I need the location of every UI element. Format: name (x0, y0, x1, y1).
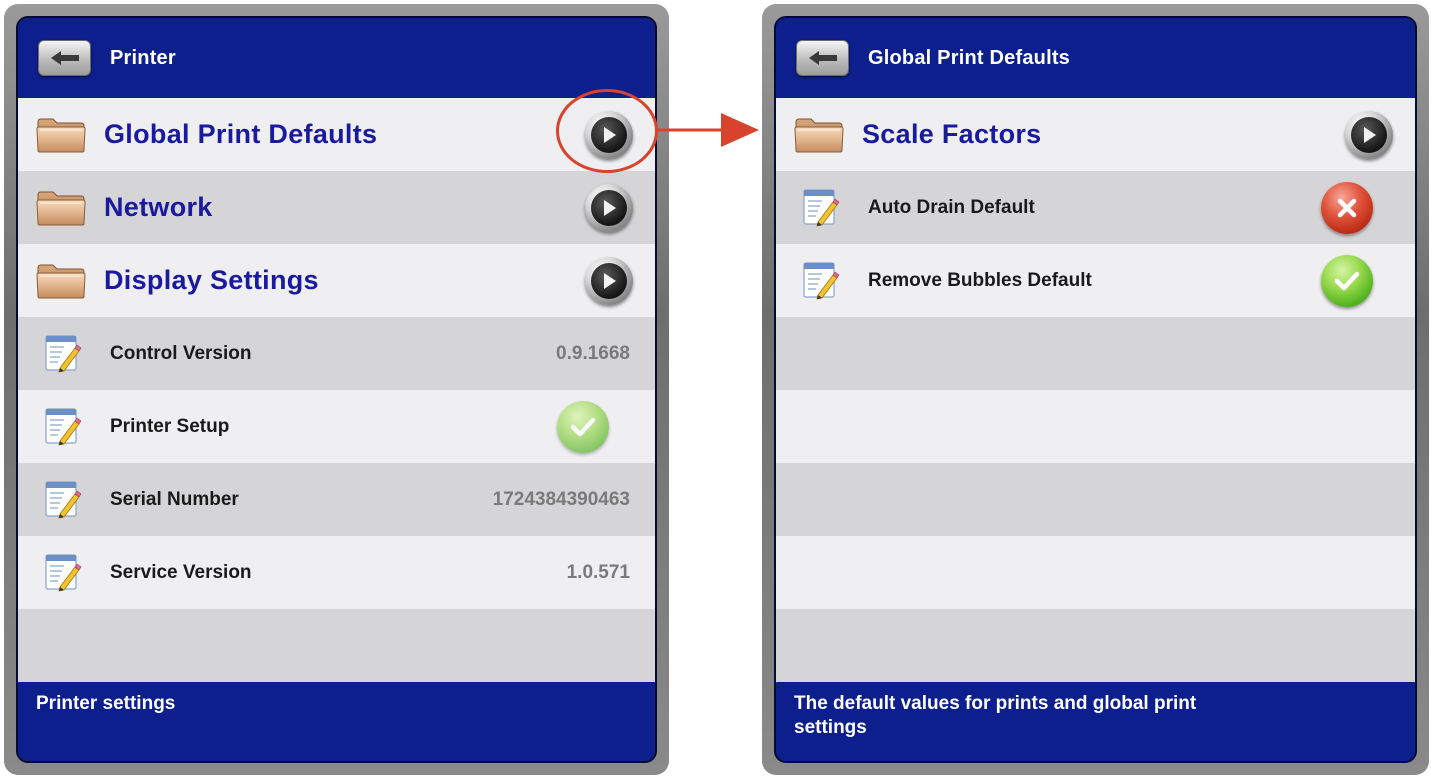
open-display-settings-button[interactable] (585, 256, 633, 305)
transition-arrow-icon (655, 113, 759, 147)
page-title: Global Print Defaults (868, 46, 1071, 69)
empty-row (776, 463, 1415, 536)
printer-screen: Printer Global Print Defaults Network Di… (16, 16, 657, 763)
empty-row (776, 536, 1415, 609)
item-row-auto-drain-default[interactable]: Auto Drain Default (776, 171, 1415, 244)
item-label: Control Version (110, 342, 252, 364)
footer-text: Printer settings (36, 693, 176, 714)
empty-row (18, 609, 655, 682)
item-value: 0.9.1668 (556, 342, 630, 364)
back-arrow-icon (808, 51, 837, 65)
status-footer: Printer settings (18, 683, 655, 761)
item-row-printer-setup[interactable]: Printer Setup (18, 390, 655, 463)
folder-label: Display Settings (104, 265, 319, 295)
checkmark-icon[interactable] (1321, 254, 1373, 307)
folder-icon (794, 116, 844, 154)
checkmark-icon[interactable] (557, 400, 609, 453)
document-edit-icon (802, 188, 840, 228)
open-network-button[interactable] (585, 183, 633, 232)
folder-icon (36, 189, 86, 227)
item-value: 1.0.571 (566, 561, 630, 583)
folder-label: Scale Factors (862, 119, 1042, 149)
folder-icon (36, 116, 86, 154)
play-arrow-icon (1364, 126, 1376, 143)
document-edit-icon (44, 480, 82, 520)
page-title: Printer (110, 46, 176, 69)
item-row-serial-number[interactable]: Serial Number 1724384390463 (18, 463, 655, 536)
folder-row-display-settings[interactable]: Display Settings (18, 244, 655, 317)
item-label: Printer Setup (110, 415, 230, 437)
back-button[interactable] (796, 40, 849, 76)
device-frame-right: Global Print Defaults Scale Factors Auto… (762, 4, 1429, 775)
item-label: Serial Number (110, 488, 239, 510)
document-edit-icon (44, 553, 82, 593)
x-mark-icon[interactable] (1321, 181, 1373, 234)
folder-icon (36, 262, 86, 300)
folder-row-global-print-defaults[interactable]: Global Print Defaults (18, 98, 655, 171)
item-value: 1724384390463 (492, 488, 630, 510)
document-edit-icon (802, 261, 840, 301)
folder-row-scale-factors[interactable]: Scale Factors (776, 98, 1415, 171)
item-label: Remove Bubbles Default (868, 269, 1092, 291)
status-footer: The default values for prints and global… (776, 683, 1415, 761)
item-row-control-version[interactable]: Control Version 0.9.1668 (18, 317, 655, 390)
empty-row (776, 609, 1415, 682)
play-arrow-icon (604, 126, 616, 143)
document-edit-icon (44, 407, 82, 447)
global-print-defaults-screen: Global Print Defaults Scale Factors Auto… (774, 16, 1417, 763)
item-row-service-version[interactable]: Service Version 1.0.571 (18, 536, 655, 609)
empty-row (776, 317, 1415, 390)
play-arrow-icon (604, 199, 616, 216)
play-arrow-icon (604, 272, 616, 289)
folder-row-network[interactable]: Network (18, 171, 655, 244)
empty-row (776, 390, 1415, 463)
open-scale-factors-button[interactable] (1345, 110, 1393, 159)
settings-list: Global Print Defaults Network Display Se… (18, 98, 655, 683)
item-label: Service Version (110, 561, 252, 583)
item-row-remove-bubbles-default[interactable]: Remove Bubbles Default (776, 244, 1415, 317)
settings-list: Scale Factors Auto Drain Default Remove … (776, 98, 1415, 683)
back-button[interactable] (38, 40, 91, 76)
footer-text: The default values for prints and global… (794, 693, 1197, 738)
screen-header: Global Print Defaults (776, 18, 1415, 98)
document-edit-icon (44, 334, 82, 374)
screen-header: Printer (18, 18, 655, 98)
folder-label: Network (104, 192, 213, 222)
item-label: Auto Drain Default (868, 196, 1035, 218)
open-global-print-defaults-button[interactable] (585, 110, 633, 159)
device-frame-left: Printer Global Print Defaults Network Di… (4, 4, 669, 775)
back-arrow-icon (50, 51, 79, 65)
folder-label: Global Print Defaults (104, 119, 378, 149)
